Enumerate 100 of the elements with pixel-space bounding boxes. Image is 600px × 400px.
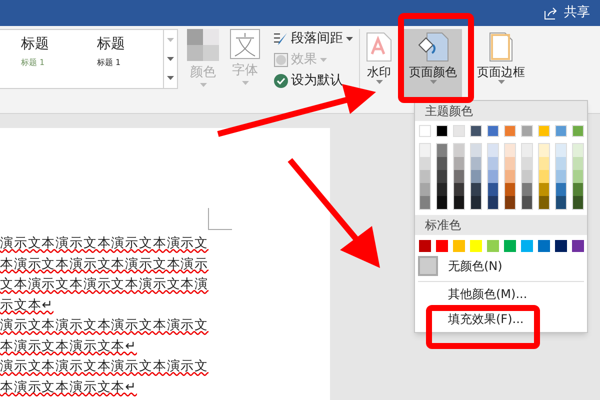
color-swatch[interactable] <box>539 170 549 183</box>
page-color-icon <box>417 32 449 62</box>
no-color-swatch-icon <box>418 256 438 276</box>
caret-icon <box>498 80 504 84</box>
color-swatch[interactable] <box>505 144 515 157</box>
color-swatch[interactable] <box>573 170 583 183</box>
document-text-line: 演示文本演示文本演示文本演示文 <box>0 358 208 376</box>
color-swatch[interactable] <box>556 157 566 170</box>
color-swatch[interactable] <box>539 196 549 209</box>
document-text-line: 示文本↵ <box>0 296 54 314</box>
style-title: 标题 <box>97 35 126 53</box>
style-preview[interactable]: 标题 标题 1 <box>0 30 75 88</box>
color-swatch[interactable] <box>453 125 465 137</box>
color-swatch[interactable] <box>420 196 430 209</box>
style-title: 标题 <box>21 35 50 53</box>
color-swatch[interactable] <box>453 240 465 252</box>
color-swatch[interactable] <box>556 144 566 157</box>
menu-item[interactable]: 其他颜色(M)... <box>415 282 528 307</box>
ribbon-button[interactable]: 段落间距 <box>274 29 353 49</box>
color-swatch[interactable] <box>488 144 498 157</box>
color-swatch[interactable] <box>556 196 566 209</box>
color-swatch[interactable] <box>471 157 481 170</box>
color-swatch[interactable] <box>420 157 430 170</box>
color-swatch[interactable] <box>437 157 447 170</box>
gallery-scrollbar[interactable] <box>163 30 177 88</box>
ribbon-button[interactable]: 页面边框 <box>472 29 530 101</box>
page-border-icon <box>489 32 513 62</box>
color-swatch[interactable] <box>454 183 464 196</box>
color-swatch[interactable] <box>522 144 532 157</box>
color-swatch[interactable] <box>437 144 447 157</box>
color-swatch[interactable] <box>488 157 498 170</box>
color-swatch[interactable] <box>522 196 532 209</box>
color-swatch[interactable] <box>487 125 499 137</box>
ribbon-button[interactable]: 设为默认 <box>274 71 353 91</box>
color-swatch[interactable] <box>555 125 567 137</box>
color-swatch[interactable] <box>539 157 549 170</box>
style-preview[interactable]: 标题 标题 1 <box>75 30 151 88</box>
color-swatch[interactable] <box>487 240 499 252</box>
caret-icon <box>167 56 174 61</box>
color-swatch[interactable] <box>572 240 584 252</box>
color-swatch[interactable] <box>522 157 532 170</box>
color-swatch[interactable] <box>420 170 430 183</box>
color-swatch[interactable] <box>471 170 481 183</box>
color-swatch[interactable] <box>471 196 481 209</box>
color-swatch[interactable] <box>454 144 464 157</box>
color-swatch[interactable] <box>437 196 447 209</box>
color-swatch[interactable] <box>572 125 584 137</box>
color-swatch[interactable] <box>505 183 515 196</box>
color-swatch[interactable] <box>555 240 567 252</box>
color-swatch[interactable] <box>521 125 533 137</box>
caret-icon <box>242 80 248 84</box>
caret-icon <box>320 58 327 62</box>
color-swatch[interactable] <box>556 183 566 196</box>
color-swatch[interactable] <box>470 240 482 252</box>
color-swatch[interactable] <box>488 170 498 183</box>
color-swatch[interactable] <box>504 240 516 252</box>
color-swatch[interactable] <box>538 240 550 252</box>
color-swatch[interactable] <box>538 125 550 137</box>
color-swatch[interactable] <box>521 240 533 252</box>
color-swatch[interactable] <box>419 125 431 137</box>
section-header: 主题颜色 <box>415 101 587 121</box>
menu-item[interactable]: 填充效果(F)... <box>415 307 524 332</box>
color-swatch[interactable] <box>471 183 481 196</box>
color-swatch[interactable] <box>420 144 430 157</box>
margin-corner-mark <box>208 208 232 230</box>
ribbon-button[interactable]: 水印 <box>364 29 394 101</box>
color-swatch[interactable] <box>573 196 583 209</box>
font-icon <box>230 29 260 59</box>
document-text-line: 本演示文本演示文本↵ <box>0 378 137 396</box>
color-swatch[interactable] <box>454 157 464 170</box>
color-swatch[interactable] <box>504 125 516 137</box>
color-swatch[interactable] <box>488 183 498 196</box>
color-swatch[interactable] <box>436 240 448 252</box>
share-button[interactable]: 共享 <box>544 3 590 23</box>
color-swatch[interactable] <box>454 170 464 183</box>
caret-icon <box>430 80 436 84</box>
color-swatch[interactable] <box>505 157 515 170</box>
color-swatch[interactable] <box>470 125 482 137</box>
color-swatch[interactable] <box>556 170 566 183</box>
color-swatch[interactable] <box>522 183 532 196</box>
color-swatch[interactable] <box>436 125 448 137</box>
color-swatch[interactable] <box>573 157 583 170</box>
color-swatch[interactable] <box>437 170 447 183</box>
check-icon <box>274 74 288 88</box>
color-swatch[interactable] <box>505 170 515 183</box>
share-icon <box>544 6 558 20</box>
menu-item[interactable]: 无颜色(N) <box>415 255 502 277</box>
color-swatch[interactable] <box>419 240 431 252</box>
color-swatch[interactable] <box>539 144 549 157</box>
color-swatch[interactable] <box>539 183 549 196</box>
color-swatch[interactable] <box>420 183 430 196</box>
color-swatch[interactable] <box>471 144 481 157</box>
color-swatch[interactable] <box>573 144 583 157</box>
color-swatch[interactable] <box>522 170 532 183</box>
document-text-line: 演示文本演示文本演示文本演示文 <box>0 235 208 253</box>
color-swatch[interactable] <box>437 183 447 196</box>
color-swatch[interactable] <box>488 196 498 209</box>
color-swatch[interactable] <box>454 196 464 209</box>
color-swatch[interactable] <box>505 196 515 209</box>
color-swatch[interactable] <box>573 183 583 196</box>
